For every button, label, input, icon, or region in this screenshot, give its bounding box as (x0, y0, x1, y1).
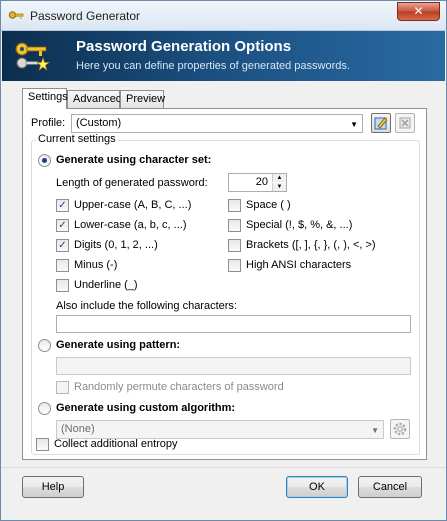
checkmark-icon: ✓ (58, 200, 67, 211)
tab-preview-label: Preview (126, 93, 166, 105)
algorithm-options-button[interactable] (390, 419, 410, 439)
length-stepper[interactable]: 20 ▲ ▼ (228, 173, 287, 192)
high-ansi-checkbox[interactable] (228, 259, 241, 272)
checkmark-icon: ✓ (58, 240, 67, 251)
charset-option-label: Generate using character set: (56, 154, 212, 166)
include-chars-label: Also include the following characters: (56, 300, 237, 312)
spin-up-icon[interactable]: ▲ (272, 174, 286, 182)
tab-settings-label: Settings (28, 91, 68, 103)
title-bar: Password Generator ✕ (1, 1, 446, 31)
password-generator-window: Password Generator ✕ Password Generation… (0, 0, 447, 521)
profile-value: (Custom) (76, 117, 122, 129)
cancel-button[interactable]: Cancel (358, 476, 422, 498)
window-title: Password Generator (30, 9, 141, 23)
lowercase-checkbox[interactable]: ✓ (56, 219, 69, 232)
checkmark-icon: ✓ (58, 220, 67, 231)
pattern-radio[interactable] (38, 339, 51, 352)
custom-algorithm-radio[interactable] (38, 402, 51, 415)
permute-label: Randomly permute characters of password (74, 381, 284, 393)
tab-advanced-label: Advanced (73, 93, 122, 105)
key-star-icon (15, 42, 50, 71)
chevron-down-icon: ▼ (350, 120, 358, 129)
tab-advanced[interactable]: Advanced (67, 90, 122, 108)
collect-entropy-label: Collect additional entropy (54, 438, 178, 450)
length-value: 20 (255, 176, 268, 188)
help-button-label: Help (41, 481, 65, 493)
header-banner: Password Generation Options Here you can… (2, 31, 445, 81)
tab-settings[interactable]: Settings (22, 88, 68, 109)
space-label: Space ( ) (246, 199, 291, 211)
include-chars-input[interactable] (56, 315, 411, 333)
current-settings-legend: Current settings (36, 133, 118, 145)
high-ansi-label: High ANSI characters (246, 259, 352, 271)
banner-subtitle: Here you can define properties of genera… (76, 60, 350, 72)
special-checkbox[interactable] (228, 219, 241, 232)
footer-separator (1, 467, 446, 468)
close-button[interactable]: ✕ (397, 2, 440, 21)
cancel-button-label: Cancel (372, 481, 408, 493)
lowercase-label: Lower-case (a, b, c, ...) (74, 219, 187, 231)
ok-button[interactable]: OK (286, 476, 348, 498)
custom-algorithm-label: Generate using custom algorithm: (56, 402, 236, 414)
collect-entropy-checkbox[interactable] (36, 438, 49, 451)
charset-radio[interactable] (38, 154, 51, 167)
uppercase-label: Upper-case (A, B, C, ...) (74, 199, 192, 211)
digits-checkbox[interactable]: ✓ (56, 239, 69, 252)
chevron-down-icon: ▼ (371, 426, 379, 435)
permute-checkbox[interactable] (56, 381, 69, 394)
underline-label: Underline (_) (74, 279, 138, 291)
space-checkbox[interactable] (228, 199, 241, 212)
help-button[interactable]: Help (22, 476, 84, 498)
profile-dropdown[interactable]: (Custom) ▼ (71, 114, 363, 133)
tab-preview[interactable]: Preview (120, 90, 166, 108)
delete-profile-button[interactable] (395, 113, 415, 133)
ok-button-label: OK (309, 481, 325, 493)
custom-algorithm-value: (None) (61, 423, 95, 435)
key-icon (8, 11, 24, 19)
minus-label: Minus (-) (74, 259, 118, 271)
current-settings-group: Current settings Generate using characte… (31, 133, 420, 455)
banner-title: Password Generation Options (76, 38, 292, 55)
brackets-checkbox[interactable] (228, 239, 241, 252)
settings-tab-panel: Profile: (Custom) ▼ Current settings Gen… (22, 108, 427, 460)
digits-label: Digits (0, 1, 2, ...) (74, 239, 158, 251)
save-profile-button[interactable] (371, 113, 391, 133)
save-profile-icon (374, 117, 388, 130)
spin-down-icon[interactable]: ▼ (272, 183, 286, 191)
close-icon: ✕ (413, 4, 424, 18)
minus-checkbox[interactable] (56, 259, 69, 272)
profile-label: Profile: (31, 117, 66, 129)
custom-algorithm-dropdown[interactable]: (None) ▼ (56, 420, 384, 439)
underline-checkbox[interactable] (56, 279, 69, 292)
pattern-option-label: Generate using pattern: (56, 339, 181, 351)
pattern-input[interactable] (56, 357, 411, 375)
special-label: Special (!, $, %, &, ...) (246, 219, 353, 231)
brackets-label: Brackets ([, ], {, }, (, ), <, >) (246, 239, 376, 251)
delete-profile-icon (399, 117, 411, 129)
uppercase-checkbox[interactable]: ✓ (56, 199, 69, 212)
length-label: Length of generated password: (56, 177, 208, 189)
gear-icon (393, 422, 407, 436)
